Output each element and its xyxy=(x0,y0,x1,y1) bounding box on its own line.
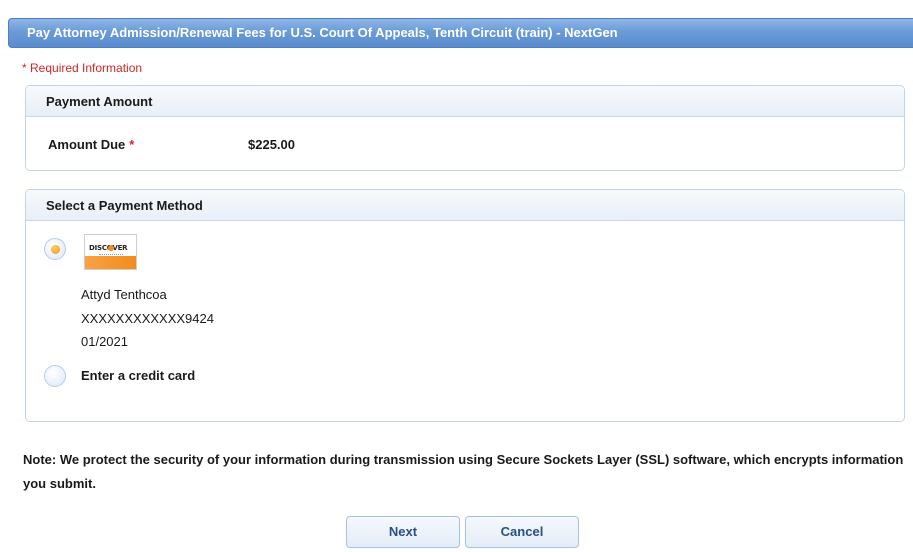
ssl-security-note: Note: We protect the security of your in… xyxy=(23,452,904,491)
window-title: Pay Attorney Admission/Renewal Fees for … xyxy=(27,25,618,40)
amount-due-label: Amount Due * xyxy=(48,137,134,152)
amount-due-value: $225.00 xyxy=(248,137,295,152)
saved-card-radio[interactable] xyxy=(44,238,66,260)
new-card-radio[interactable] xyxy=(44,365,66,387)
payment-method-panel: Select a Payment Method DISCOVER Attyd T… xyxy=(25,189,905,422)
next-button[interactable]: Next xyxy=(346,516,460,548)
required-asterisk: * xyxy=(129,137,135,152)
window-title-bar: Pay Attorney Admission/Renewal Fees for … xyxy=(8,18,913,48)
card-holder-name: Attyd Tenthcoa xyxy=(81,287,167,302)
card-expiry-date: 01/2021 xyxy=(81,334,128,349)
payment-amount-header: Payment Amount xyxy=(26,86,904,117)
amount-due-label-text: Amount Due xyxy=(48,137,126,152)
payment-method-header: Select a Payment Method xyxy=(26,190,904,221)
discover-logo-dot xyxy=(108,245,114,251)
enter-credit-card-label[interactable]: Enter a credit card xyxy=(81,368,195,383)
payment-amount-panel: Payment Amount Amount Due * $225.00 xyxy=(25,85,905,171)
required-information-note: * Required Information xyxy=(22,61,143,75)
cancel-button[interactable]: Cancel xyxy=(465,516,579,548)
discover-logo-stripe xyxy=(85,256,136,269)
discover-card-logo: DISCOVER xyxy=(84,234,137,270)
card-masked-number: XXXXXXXXXXXX9424 xyxy=(81,311,214,326)
